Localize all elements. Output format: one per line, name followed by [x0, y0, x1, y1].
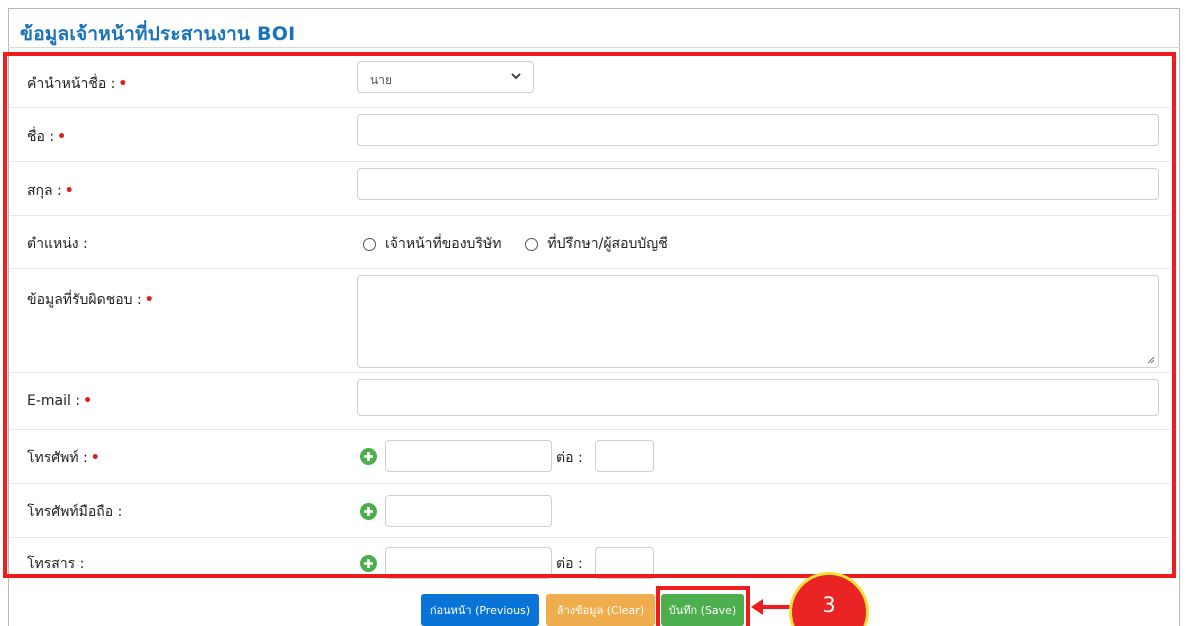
radio-button[interactable] [525, 237, 539, 251]
first-name-label: ชื่อ : • [27, 129, 67, 145]
radio-button[interactable] [363, 237, 376, 251]
plus-circle-icon[interactable] [360, 555, 377, 572]
form-row-first-name: ชื่อ : • [10, 108, 1170, 162]
title-divider [8, 47, 1180, 48]
form-row-position: ตำแหน่ง : เจ้าหน้าที่ของบริษัท ที่ปรึกษา… [10, 216, 1170, 269]
form-row-mobile: โทรศัพท์มือถือ : [10, 484, 1170, 538]
plus-circle-icon[interactable] [360, 503, 377, 520]
fax-input[interactable] [385, 547, 552, 579]
prefix-select[interactable]: นาย [357, 61, 534, 93]
email-input[interactable] [357, 379, 1159, 416]
resize-grip-icon[interactable] [1146, 355, 1155, 364]
required-marker: • [83, 393, 93, 409]
phone-input[interactable] [385, 440, 552, 472]
panel-title: ข้อมูลเจ้าหน้าที่ประสานงาน BOI [20, 23, 296, 45]
chevron-down-icon [511, 73, 521, 80]
previous-button[interactable]: ก่อนหน้า (Previous) [421, 594, 539, 626]
form-row-prefix: คำนำหน้าชื่อ : • นาย [10, 55, 1170, 108]
clear-button[interactable]: ล้างข้อมูล (Clear) [546, 594, 655, 626]
fax-label: โทรสาร : [27, 556, 85, 572]
plus-circle-icon[interactable] [360, 448, 377, 465]
mobile-label: โทรศัพท์มือถือ : [27, 504, 123, 520]
position-option-advisor[interactable]: ที่ปรึกษา/ผู้สอบบัญชี [525, 233, 668, 255]
prefix-selected-value: นาย [370, 73, 392, 87]
form-row-phone: โทรศัพท์ : • ต่อ : [10, 430, 1170, 484]
position-radio-group: เจ้าหน้าที่ของบริษัท ที่ปรึกษา/ผู้สอบบัญ… [363, 233, 692, 255]
email-label: E-mail : • [27, 393, 93, 409]
position-option-staff[interactable]: เจ้าหน้าที่ของบริษัท [363, 233, 501, 255]
fax-ext-input[interactable] [595, 547, 654, 579]
last-name-input[interactable] [357, 168, 1159, 200]
position-option-label: เจ้าหน้าที่ของบริษัท [385, 236, 502, 252]
required-marker: • [144, 292, 154, 308]
phone-ext-label: ต่อ : [556, 450, 583, 466]
last-name-label: สกุล : • [27, 183, 74, 199]
required-marker: • [64, 183, 74, 199]
phone-label: โทรศัพท์ : • [27, 450, 100, 466]
form-row-fax: โทรสาร : ต่อ : [10, 538, 1170, 579]
responsibility-textarea[interactable] [357, 275, 1159, 368]
prefix-label: คำนำหน้าชื่อ : • [27, 76, 128, 92]
phone-ext-input[interactable] [595, 440, 654, 472]
position-option-label: ที่ปรึกษา/ผู้สอบบัญชี [547, 236, 668, 252]
required-marker: • [90, 450, 100, 466]
save-button[interactable]: บันทึก (Save) [661, 594, 744, 626]
mobile-input[interactable] [385, 495, 552, 527]
required-marker: • [57, 129, 67, 145]
position-label: ตำแหน่ง : [27, 236, 88, 252]
form-row-responsibility: ข้อมูลที่รับผิดชอบ : • [10, 269, 1170, 373]
fax-ext-label: ต่อ : [556, 556, 583, 572]
form-row-last-name: สกุล : • [10, 162, 1170, 216]
responsibility-label: ข้อมูลที่รับผิดชอบ : • [27, 292, 154, 308]
first-name-input[interactable] [357, 114, 1159, 146]
required-marker: • [118, 76, 128, 92]
form-row-email: E-mail : • [10, 373, 1170, 430]
